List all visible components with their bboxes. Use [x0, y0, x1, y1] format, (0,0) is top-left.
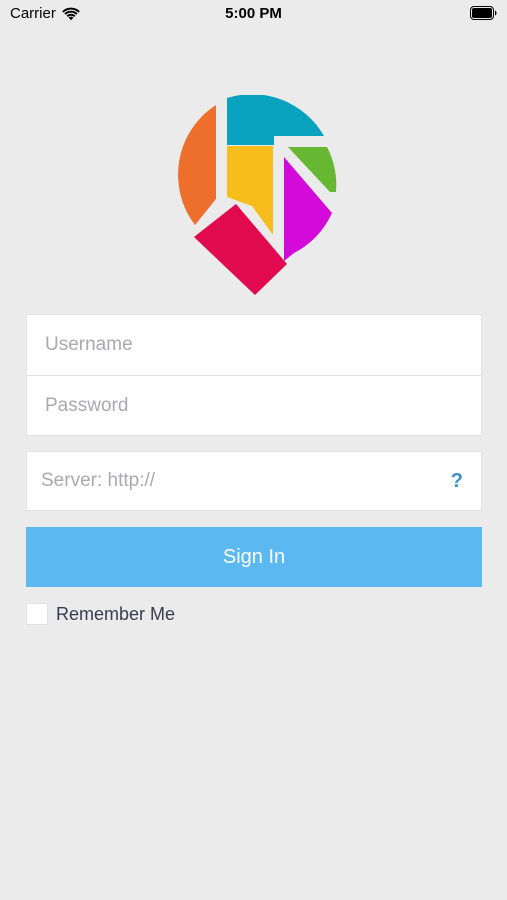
server-help-button[interactable]: ? — [449, 470, 465, 493]
remember-me-label[interactable]: Remember Me — [56, 604, 175, 625]
credentials-group — [26, 314, 482, 436]
username-input[interactable] — [45, 315, 481, 375]
sign-in-label: Sign In — [222, 545, 286, 568]
remember-me: Remember Me — [26, 603, 175, 625]
server-row: ? — [27, 452, 481, 510]
status-time: 5:00 PM — [225, 5, 282, 22]
map-pin-logo-icon — [178, 95, 337, 295]
status-bar: Carrier 5:00 PM — [0, 0, 507, 28]
remember-me-checkbox[interactable] — [26, 603, 48, 625]
battery-icon — [470, 6, 497, 20]
password-row — [27, 375, 481, 435]
sign-in-button[interactable]: Sign In — [26, 527, 482, 587]
server-group: ? — [26, 451, 482, 511]
password-input[interactable] — [45, 376, 481, 435]
username-row — [27, 315, 481, 375]
server-input[interactable] — [41, 452, 449, 510]
